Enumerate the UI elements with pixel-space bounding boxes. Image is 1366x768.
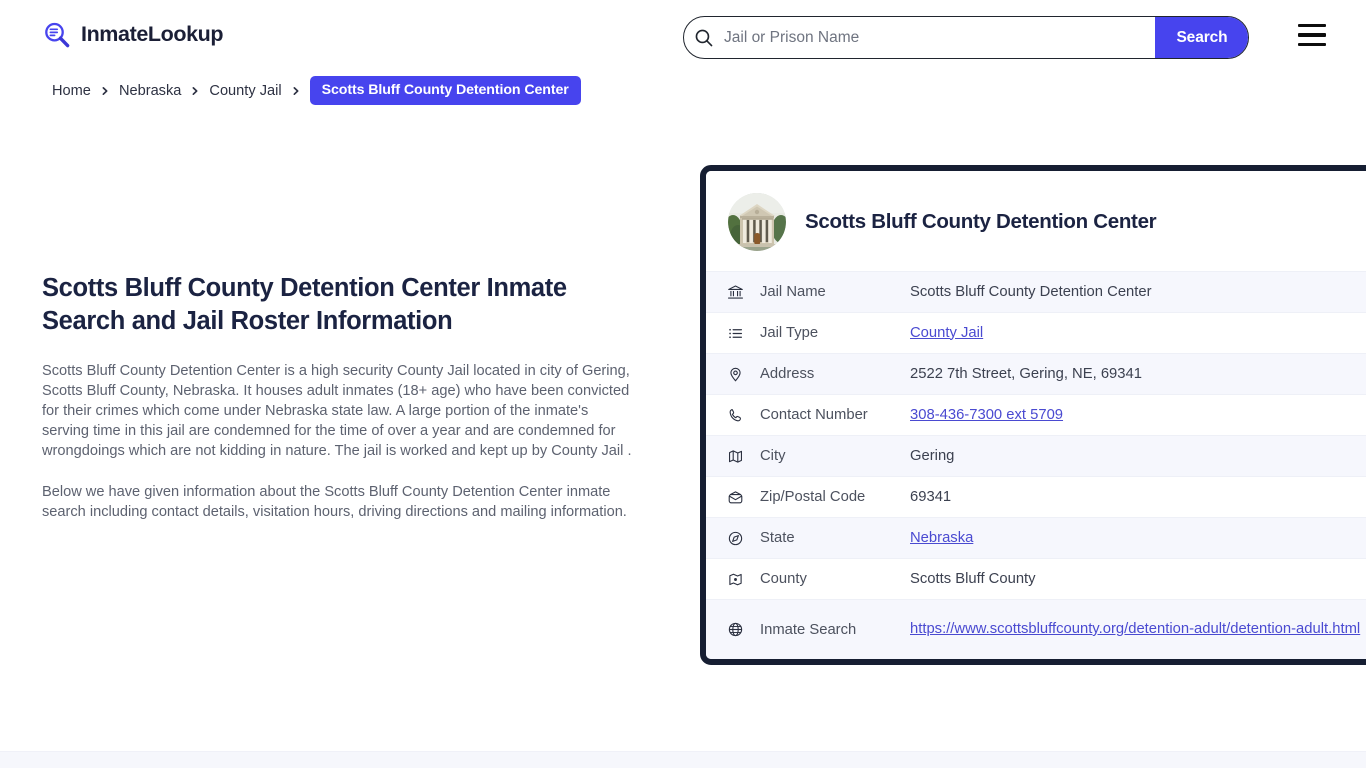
row-label: Address (760, 366, 815, 382)
breadcrumb-item-current: Scotts Bluff County Detention Center (309, 76, 581, 105)
row-label: Jail Name (760, 284, 826, 300)
row-value: 2522 7th Street, Gering, NE, 69341 (910, 365, 1142, 382)
row-value: County Jail (910, 324, 1366, 343)
site-logo[interactable]: InmateLookup (42, 20, 224, 50)
chevron-right-icon (291, 86, 301, 96)
envelope-icon (724, 489, 746, 506)
map-icon (724, 448, 746, 465)
table-row: Inmate Search https://www.scottsbluffcou… (706, 599, 1366, 659)
breadcrumb-item-nebraska[interactable]: Nebraska (119, 83, 181, 99)
breadcrumb: Home Nebraska County Jail Scotts Bluff C… (52, 76, 581, 105)
table-row: County Scotts Bluff County (706, 558, 1366, 599)
row-label: Contact Number (760, 407, 868, 423)
row-value: Scotts Bluff County (910, 570, 1036, 587)
row-value: 69341 (910, 488, 952, 505)
table-row: Contact Number 308-436-7300 ext 5709 (706, 394, 1366, 435)
site-logo-text: InmateLookup (81, 22, 224, 47)
intro-paragraph: Scotts Bluff County Detention Center is … (42, 363, 632, 459)
globe-compass-icon (724, 530, 746, 547)
table-row: City Gering (706, 435, 1366, 476)
bank-building-icon (724, 284, 746, 301)
hamburger-bar (1298, 33, 1326, 37)
row-value: 308-436-7300 ext 5709 (910, 406, 1366, 425)
row-value: Nebraska (910, 529, 1366, 548)
table-row: Jail Type County Jail (706, 312, 1366, 353)
chevron-right-icon (100, 86, 110, 96)
row-value: https://www.scottsbluffcounty.org/detent… (910, 620, 1366, 639)
facility-details-table: Jail Name Scotts Bluff County Detention … (706, 271, 1366, 659)
row-label: State (760, 530, 795, 546)
breadcrumb-item-county-jail[interactable]: County Jail (209, 83, 281, 99)
breadcrumb-item-home[interactable]: Home (52, 83, 91, 99)
row-label: City (760, 448, 786, 464)
chevron-right-icon (190, 86, 200, 96)
facility-card-title: Scotts Bluff County Detention Center (805, 209, 1157, 233)
page-title: Scotts Bluff County Detention Center Inm… (42, 274, 567, 335)
page-root: InmateLookup Search Home Nebraska (0, 0, 1366, 768)
facility-card-header: Scotts Bluff County Detention Center (706, 171, 1366, 271)
hamburger-menu-icon[interactable] (1298, 24, 1326, 46)
search-input[interactable] (718, 17, 1155, 58)
courthouse-building-photo (728, 193, 786, 251)
facility-info-card: Scotts Bluff County Detention Center Jai… (700, 165, 1366, 665)
hamburger-bar (1298, 24, 1326, 28)
row-label: Zip/Postal Code (760, 489, 866, 505)
footer-band (0, 751, 1366, 768)
state-link[interactable]: Nebraska (910, 530, 973, 546)
table-row: Zip/Postal Code 69341 (706, 476, 1366, 517)
jail-type-link[interactable]: County Jail (910, 325, 983, 341)
search-button[interactable]: Search (1155, 17, 1248, 58)
inmate-search-link[interactable]: https://www.scottsbluffcounty.org/detent… (910, 621, 1360, 637)
table-row: Address 2522 7th Street, Gering, NE, 693… (706, 353, 1366, 394)
site-header: InmateLookup Search (0, 0, 1366, 74)
row-label: Jail Type (760, 325, 819, 341)
row-label: Inmate Search (760, 621, 857, 638)
table-row: State Nebraska (706, 517, 1366, 558)
map-location-icon (724, 571, 746, 588)
search-bar[interactable]: Search (683, 16, 1249, 59)
magnifier-list-icon (42, 20, 72, 50)
row-label: County (760, 571, 807, 587)
table-row: Jail Name Scotts Bluff County Detention … (706, 271, 1366, 312)
search-icon (684, 17, 718, 58)
phone-icon (724, 407, 746, 424)
row-value: Scotts Bluff County Detention Center (910, 283, 1152, 300)
row-value: Gering (910, 447, 955, 464)
map-pin-icon (724, 366, 746, 383)
article-content: Scotts Bluff County Detention Center Inm… (42, 272, 636, 522)
hamburger-bar (1298, 42, 1326, 46)
contact-number-link[interactable]: 308-436-7300 ext 5709 (910, 407, 1063, 423)
secondary-paragraph: Below we have given information about th… (42, 484, 627, 520)
list-icon (724, 325, 746, 342)
globe-icon (724, 621, 746, 638)
